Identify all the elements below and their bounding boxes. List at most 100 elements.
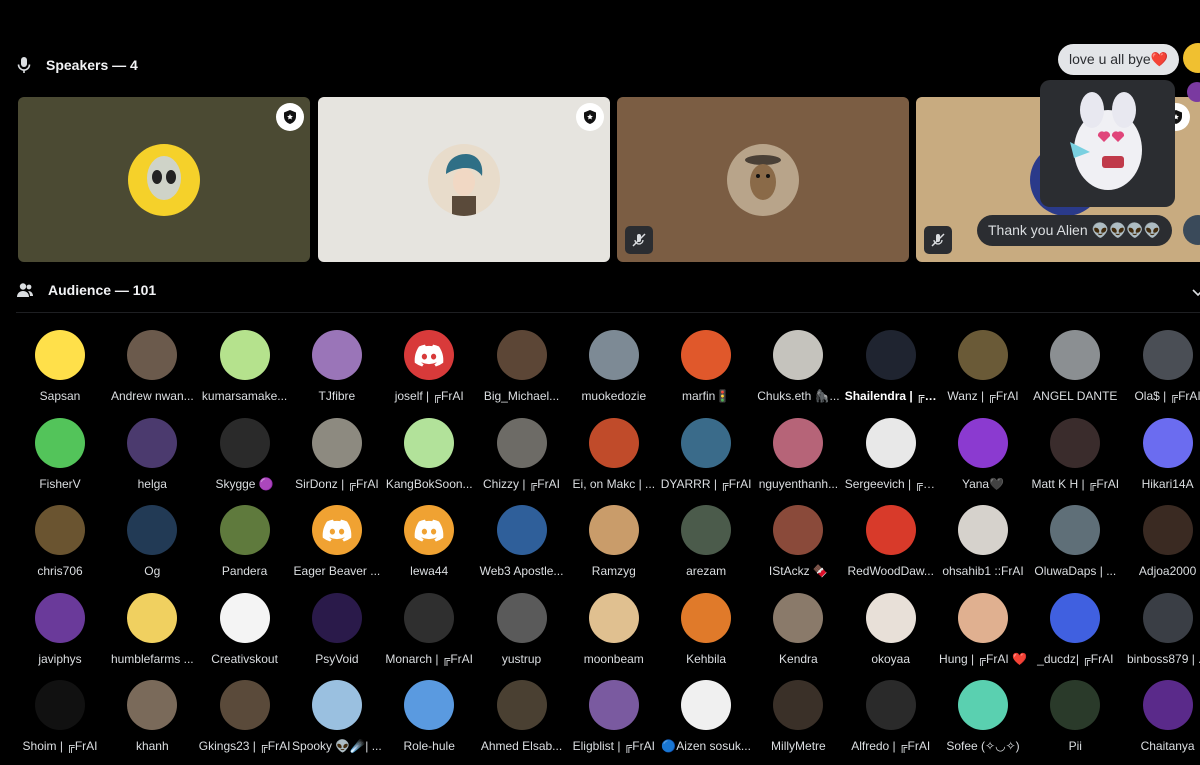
audience-member-name: moonbeam — [583, 651, 644, 666]
audience-member[interactable]: Sofee (✧◡✧) — [937, 680, 1029, 753]
audience-member[interactable]: _ducdz| ╔FrAI — [1029, 592, 1121, 666]
audience-member[interactable]: Hikari14A — [1122, 417, 1200, 491]
audience-member[interactable]: 🔵Aizen sosuk... — [660, 680, 752, 753]
avatar — [1142, 330, 1193, 380]
audience-member[interactable]: Ahmed Elsab... — [476, 680, 568, 753]
audience-member[interactable]: PsyVoid — [291, 592, 383, 666]
muted-mic-icon — [625, 226, 653, 254]
speaker-tile[interactable] — [18, 97, 310, 262]
audience-member[interactable]: Skygge 🟣 — [199, 417, 291, 491]
audience-member[interactable]: Pandera — [199, 505, 291, 578]
audience-member[interactable]: Role-hule — [383, 680, 475, 753]
discord-default-avatar — [311, 505, 362, 555]
avatar — [1142, 417, 1193, 468]
sticker-popup — [1040, 80, 1175, 207]
audience-member-name: joself | ╔FrAI — [394, 389, 464, 403]
audience-member[interactable]: javiphys — [15, 592, 106, 666]
audience-member[interactable]: Chuks.eth 🦍... — [752, 330, 844, 403]
audience-member[interactable]: Web3 Apostle... — [476, 505, 568, 578]
audience-member[interactable]: Chizzy | ╔FrAI — [476, 417, 568, 491]
audience-member-name: ANGEL DANTE — [1033, 389, 1118, 403]
audience-member[interactable]: KangBokSoon... — [383, 417, 475, 491]
audience-member[interactable]: muokedozie — [568, 330, 660, 403]
audience-member[interactable]: ohsahib1 ::FrAI — [937, 505, 1029, 578]
speakers-title: Speakers — 4 — [46, 57, 138, 73]
audience-member[interactable]: Yana🖤 — [937, 417, 1029, 491]
speaker-tile[interactable] — [318, 97, 610, 262]
audience-member[interactable]: Ola$ | ╔FrAI — [1122, 330, 1200, 403]
reaction-bubble: Thank you Alien 👽👽👽👽 — [977, 215, 1173, 246]
avatar — [958, 505, 1008, 555]
speaker-avatar — [428, 143, 500, 216]
audience-member[interactable]: Sapsan — [15, 330, 106, 403]
audience-member-name: Og — [144, 564, 161, 578]
audience-member-name: muokedozie — [581, 389, 647, 403]
audience-member[interactable]: Alfredo | ╔FrAI — [845, 680, 937, 753]
audience-member[interactable]: okoyaa — [845, 592, 937, 666]
audience-member[interactable]: Hung | ╔FrAI ❤️ — [937, 592, 1029, 666]
audience-member[interactable]: MillyMetre — [752, 680, 844, 753]
audience-member[interactable]: yustrup — [476, 592, 568, 666]
audience-member-name: binboss879 | ... — [1127, 651, 1200, 666]
avatar — [958, 330, 1008, 380]
avatar — [1050, 330, 1101, 380]
chevron-down-icon[interactable] — [1192, 285, 1200, 303]
avatar — [219, 505, 270, 555]
avatar — [773, 330, 824, 380]
audience-member[interactable]: moonbeam — [568, 592, 660, 666]
avatar — [496, 330, 547, 380]
audience-member[interactable]: Matt K H | ╔FrAI — [1029, 417, 1121, 491]
audience-member[interactable]: nguyenthanh... — [752, 417, 844, 491]
divider — [16, 312, 1200, 313]
audience-member[interactable]: Kendra — [752, 592, 844, 666]
audience-member[interactable]: Ei, on Makc | ... — [568, 417, 660, 491]
audience-member[interactable]: lewa44 — [383, 505, 475, 578]
audience-member[interactable]: Andrew nwan... — [106, 330, 198, 403]
audience-member[interactable]: arezam — [660, 505, 752, 578]
audience-member[interactable]: Kehbila — [660, 592, 752, 666]
audience-member[interactable]: joself | ╔FrAI — [383, 330, 475, 403]
audience-member[interactable]: FisherV — [15, 417, 106, 491]
audience-member[interactable]: humblefarms ... — [106, 592, 198, 666]
audience-member[interactable]: IStAckz 🍫 — [752, 505, 844, 578]
audience-member[interactable]: Monarch | ╔FrAI — [383, 592, 475, 666]
audience-member[interactable]: helga — [106, 417, 198, 491]
reaction-avatar — [1187, 82, 1200, 102]
audience-member[interactable]: ANGEL DANTE — [1029, 330, 1121, 403]
audience-member-name: RedWoodDaw... — [847, 564, 934, 578]
audience-member[interactable]: Og — [106, 505, 198, 578]
audience-member[interactable]: Creativskout — [199, 592, 291, 666]
audience-member[interactable]: DYARRR | ╔FrAI — [660, 417, 752, 491]
audience-member[interactable]: Eligblist | ╔FrAI — [568, 680, 660, 753]
audience-member[interactable]: Adjoa2000 — [1122, 505, 1200, 578]
avatar — [496, 505, 547, 555]
audience-member[interactable]: RedWoodDaw... — [845, 505, 937, 578]
audience-member[interactable]: TJfibre — [291, 330, 383, 403]
audience-member[interactable]: Gkings23 | ╔FrAI — [199, 680, 291, 753]
audience-member[interactable]: Big_Michael... — [476, 330, 568, 403]
audience-member[interactable]: binboss879 | ... — [1122, 592, 1200, 666]
audience-header[interactable]: Audience — 101 — [16, 282, 156, 298]
audience-member[interactable]: marfin🚦 — [660, 330, 752, 403]
audience-member[interactable]: khanh — [106, 680, 198, 753]
audience-member-name: humblefarms ... — [110, 651, 194, 666]
avatar — [1050, 592, 1101, 643]
audience-member[interactable]: chris706 — [15, 505, 106, 578]
audience-member[interactable]: Ramzyg — [568, 505, 660, 578]
audience-member[interactable]: Eager Beaver ... — [291, 505, 383, 578]
avatar — [35, 417, 85, 468]
audience-member[interactable]: OluwaDaps | ... — [1029, 505, 1121, 578]
speaker-tile[interactable] — [617, 97, 909, 262]
avatar — [311, 417, 362, 468]
audience-member[interactable]: Wanz | ╔FrAI — [937, 330, 1029, 403]
audience-member[interactable]: Pii — [1029, 680, 1121, 753]
audience-member[interactable]: Shoim | ╔FrAI — [15, 680, 106, 753]
audience-member[interactable]: SirDonz | ╔FrAI — [291, 417, 383, 491]
avatar — [127, 505, 178, 555]
audience-member[interactable]: Chaitanya — [1122, 680, 1200, 753]
audience-member[interactable]: Shailendra | ╔F... — [845, 330, 937, 403]
audience-member[interactable]: Spooky 👽☄️| ... — [291, 680, 383, 753]
audience-member[interactable]: kumarsamake... — [199, 330, 291, 403]
audience-member[interactable]: Sergeevich | ╔F... — [845, 417, 937, 491]
audience-member-name: MillyMetre — [771, 739, 826, 753]
